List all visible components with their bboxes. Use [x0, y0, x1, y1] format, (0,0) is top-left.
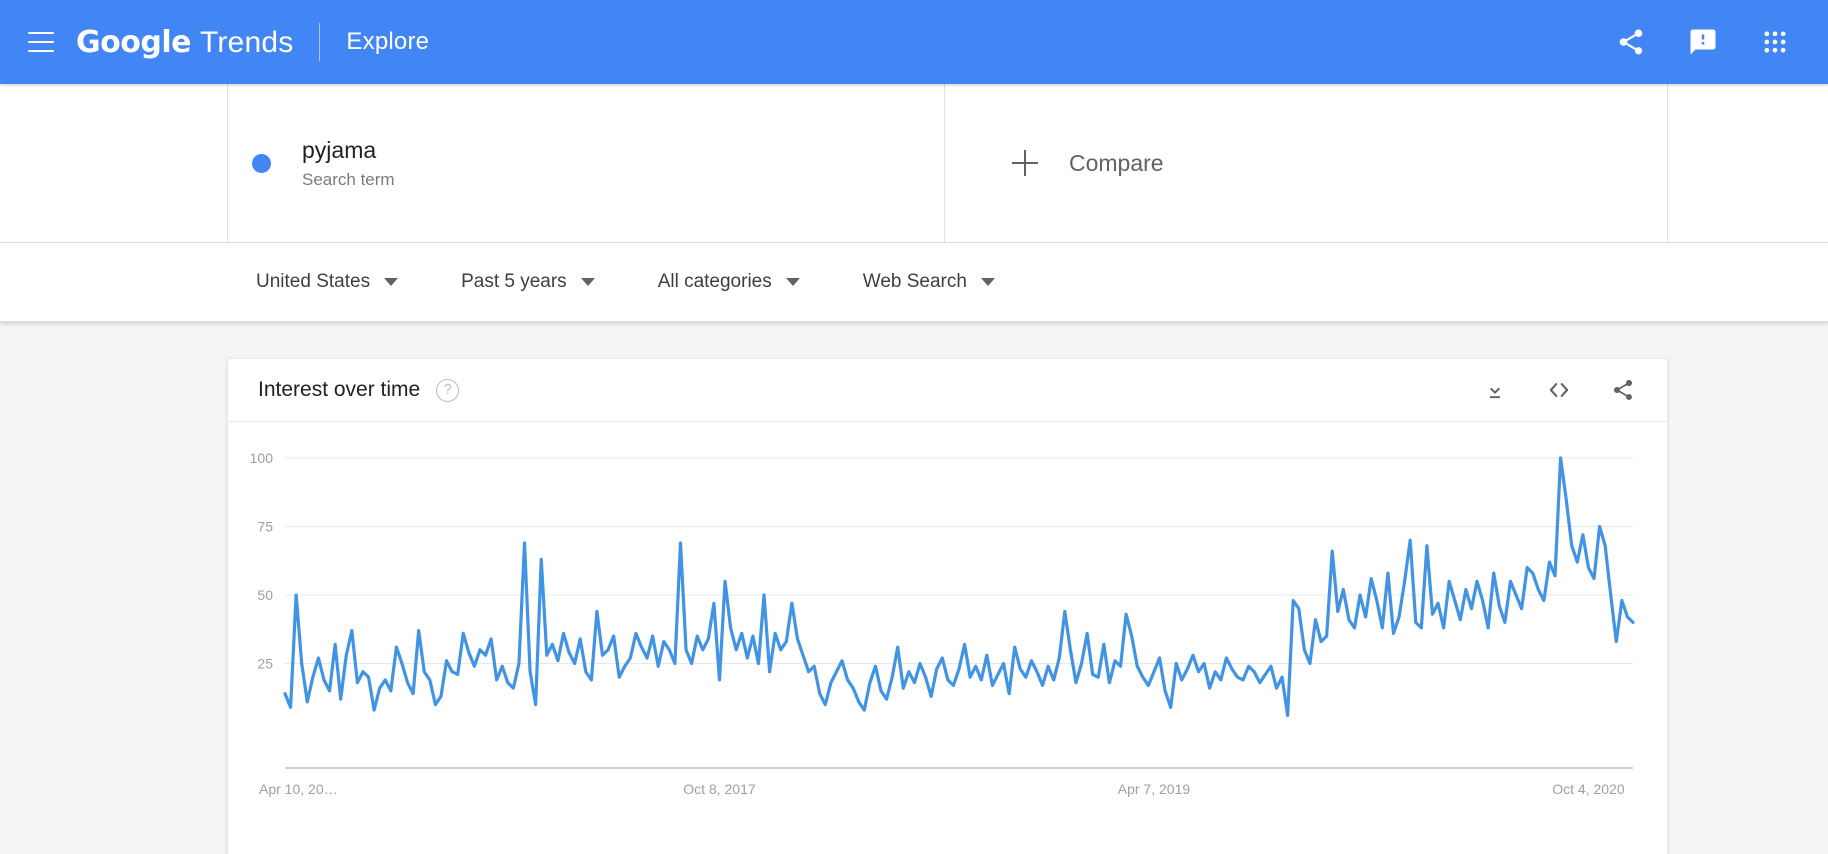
- explore-nav-item[interactable]: Explore: [346, 28, 429, 56]
- help-icon[interactable]: ?: [436, 379, 459, 402]
- search-type-filter[interactable]: Web Search: [863, 271, 995, 293]
- svg-text:Apr 10, 20…: Apr 10, 20…: [259, 781, 338, 797]
- plus-icon: [1012, 150, 1038, 176]
- add-compare-button[interactable]: Compare: [945, 84, 1668, 242]
- location-filter-label: United States: [256, 271, 370, 293]
- content-area: Interest over time ?: [0, 322, 1828, 854]
- time-range-filter-label: Past 5 years: [461, 271, 567, 293]
- embed-code-icon[interactable]: [1545, 376, 1573, 404]
- search-term-texts: pyjama Search term: [302, 136, 395, 190]
- interest-over-time-chart[interactable]: 100 75 50 25 Apr 10, 20… Oct 8, 2017 Apr 7, 20…: [228, 422, 1667, 854]
- hamburger-menu-icon[interactable]: [28, 32, 54, 52]
- svg-text:100: 100: [250, 450, 274, 466]
- svg-text:Oct 8, 2017: Oct 8, 2017: [683, 781, 756, 797]
- card-header: Interest over time ?: [228, 359, 1667, 422]
- location-filter[interactable]: United States: [256, 271, 398, 293]
- series-color-dot: [252, 154, 271, 173]
- filters-group: United States Past 5 years All categorie…: [256, 271, 1058, 293]
- time-range-filter[interactable]: Past 5 years: [461, 271, 595, 293]
- chevron-down-icon: [581, 278, 595, 286]
- search-term-type: Search term: [302, 170, 395, 190]
- header-divider: [319, 23, 320, 61]
- apps-grid-icon[interactable]: [1758, 25, 1792, 59]
- brand-trends-text: Trends: [200, 26, 293, 60]
- svg-text:25: 25: [257, 656, 273, 672]
- chevron-down-icon: [786, 278, 800, 286]
- card-actions: [1481, 376, 1637, 404]
- download-csv-icon[interactable]: [1481, 376, 1509, 404]
- category-filter-label: All categories: [658, 271, 772, 293]
- chevron-down-icon: [384, 278, 398, 286]
- term-row-right-gutter: [1668, 84, 1828, 242]
- search-term-value: pyjama: [302, 136, 395, 165]
- brand-google-text: Google: [76, 25, 191, 60]
- svg-text:50: 50: [257, 587, 273, 603]
- share-chart-icon[interactable]: [1609, 376, 1637, 404]
- category-filter[interactable]: All categories: [658, 271, 800, 293]
- page-root: Google Trends Explore: [0, 0, 1828, 854]
- svg-text:Apr 7, 2019: Apr 7, 2019: [1118, 781, 1191, 797]
- brand-logo[interactable]: Google Trends: [76, 25, 293, 60]
- term-row-left-gutter: [0, 84, 227, 242]
- svg-text:Oct 4, 2020: Oct 4, 2020: [1552, 781, 1625, 797]
- search-term-card[interactable]: pyjama Search term: [227, 84, 945, 242]
- svg-text:75: 75: [257, 519, 273, 535]
- search-terms-row: pyjama Search term Compare: [0, 84, 1828, 243]
- search-type-filter-label: Web Search: [863, 271, 967, 293]
- interest-over-time-card: Interest over time ?: [227, 358, 1668, 854]
- app-header: Google Trends Explore: [0, 0, 1828, 84]
- filters-bar: United States Past 5 years All categorie…: [0, 243, 1828, 322]
- share-icon[interactable]: [1614, 25, 1648, 59]
- header-actions: [1614, 25, 1792, 59]
- chart-svg: 100 75 50 25 Apr 10, 20… Oct 8, 2017 Apr 7, 20…: [228, 422, 1667, 854]
- page-title: Interest over time: [258, 378, 420, 402]
- compare-label: Compare: [1069, 150, 1164, 177]
- feedback-icon[interactable]: [1686, 25, 1720, 59]
- chevron-down-icon: [981, 278, 995, 286]
